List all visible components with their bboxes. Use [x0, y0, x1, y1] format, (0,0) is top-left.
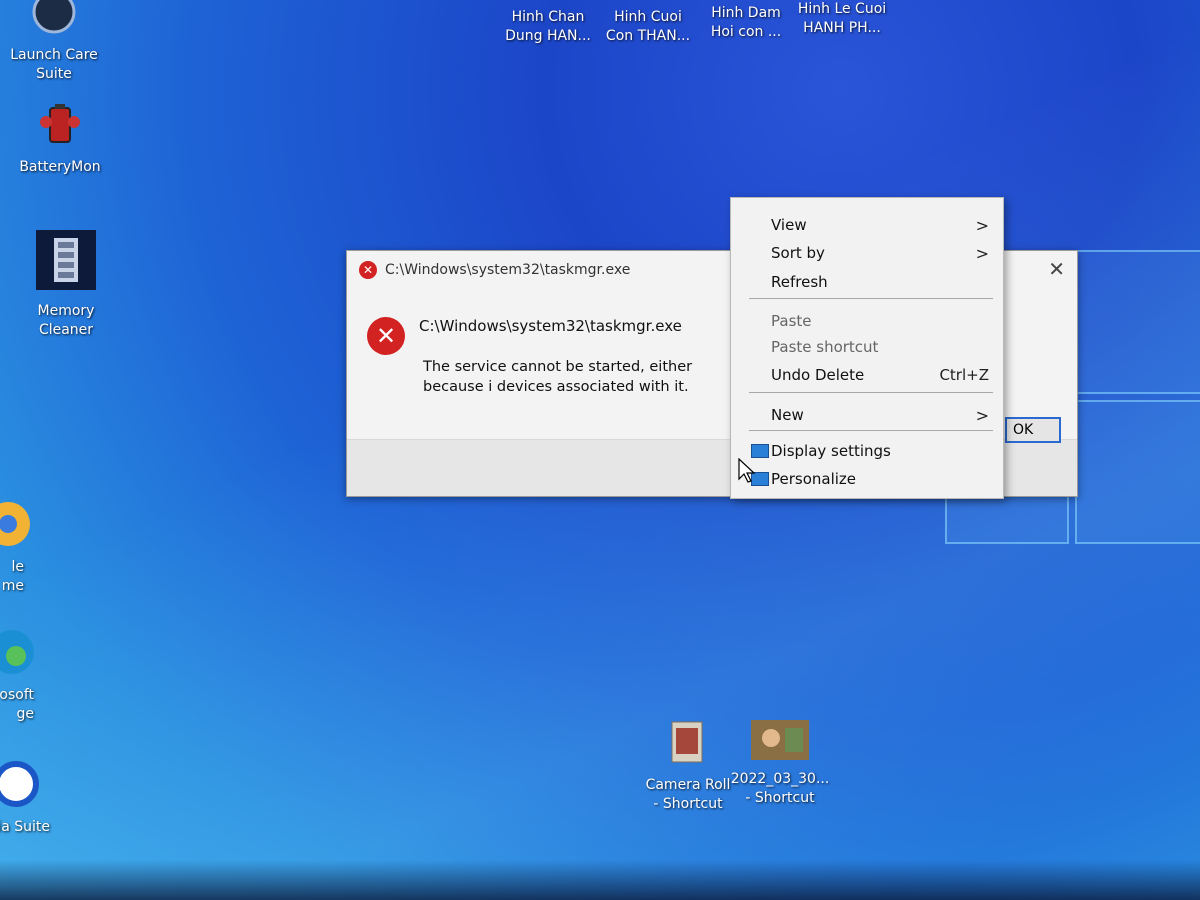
launch-care-suite-icon [32, 0, 76, 34]
desktop-icon-label: Camera Roll - Shortcut [645, 777, 731, 812]
menu-item-paste-shortcut[interactable]: Paste shortcut [771, 334, 989, 360]
ok-button[interactable]: OK [1005, 417, 1061, 443]
folder-shortcut-icon [671, 721, 703, 763]
menu-item-label: Display settings [771, 442, 891, 460]
menu-item-label: Sort by [771, 244, 825, 262]
error-icon: ✕ [359, 261, 377, 279]
desktop-icon-label: osoft ge [0, 687, 34, 722]
display-icon [751, 444, 769, 458]
desktop-icon-label: ia Suite [0, 819, 50, 835]
photo-shortcut-icon [751, 720, 809, 760]
desktop-icon-hinh-le-cuoi[interactable]: Hinh Le Cuoi HANH PH... [790, 0, 894, 38]
battery-mon-icon [40, 104, 80, 143]
desktop-context-menu: View > Sort by > Refresh Paste Paste sho… [730, 197, 1004, 499]
media-suite-icon [0, 761, 39, 807]
chrome-icon [0, 502, 30, 546]
desktop-icon-label: Hinh Le Cuoi HANH PH... [797, 1, 887, 36]
menu-item-label: View [771, 216, 807, 234]
dialog-close-button[interactable]: ✕ [1048, 257, 1065, 281]
memory-cleaner-icon [36, 230, 96, 290]
desktop-icon-media-suite[interactable]: ia Suite [0, 760, 68, 837]
error-large-icon: ✕ [367, 317, 405, 355]
menu-separator [749, 298, 993, 299]
mouse-cursor-icon [738, 458, 756, 483]
menu-item-sort-by[interactable]: Sort by > [771, 240, 989, 266]
desktop-icon-launch-care-suite[interactable]: Launch Care Suite [2, 0, 106, 84]
bottom-edge [0, 860, 1200, 900]
desktop-icon-camera-roll[interactable]: Camera Roll - Shortcut [636, 718, 740, 814]
menu-item-label: Paste shortcut [771, 338, 879, 356]
desktop-icon-label: Hinh Dam Hoi con ... [710, 5, 782, 40]
desktop-icon-edge[interactable]: osoft ge [0, 628, 64, 724]
menu-item-label: Personalize [771, 470, 857, 488]
menu-item-label: Undo Delete [771, 366, 865, 384]
desktop-icon-label: Launch Care Suite [10, 47, 98, 82]
desktop-icon-batterymon[interactable]: BatteryMon [8, 100, 112, 177]
desktop-icon-label: Hinh Cuoi Con THAN... [605, 9, 691, 44]
menu-item-refresh[interactable]: Refresh [771, 269, 989, 295]
chevron-right-icon: > [975, 243, 989, 263]
desktop-icon-hinh-chan-dung[interactable]: Hinh Chan Dung HAN... [496, 8, 600, 46]
menu-item-shortcut: Ctrl+Z [939, 366, 989, 384]
edge-icon [0, 630, 34, 674]
menu-item-label: Refresh [771, 273, 828, 291]
desktop-icon-memory-cleaner[interactable]: Memory Cleaner [14, 228, 118, 340]
desktop-icon-photo-2022[interactable]: 2022_03_30... - Shortcut [728, 720, 832, 808]
chevron-right-icon: > [975, 405, 989, 425]
menu-item-display-settings[interactable]: Display settings [751, 438, 989, 464]
dialog-title-bar: ✕ C:\Windows\system32\taskmgr.exe [359, 261, 630, 279]
menu-item-paste[interactable]: Paste [771, 308, 989, 334]
dialog-title: C:\Windows\system32\taskmgr.exe [385, 262, 631, 278]
menu-item-undo-delete[interactable]: Undo Delete Ctrl+Z [771, 362, 989, 388]
menu-separator [749, 392, 993, 393]
chevron-right-icon: > [975, 215, 989, 235]
dialog-message: The service cannot be started, either be… [423, 359, 693, 395]
desktop-icon-label: BatteryMon [19, 159, 101, 175]
desktop-icon-label: 2022_03_30... - Shortcut [730, 771, 830, 806]
menu-item-view[interactable]: View > [771, 212, 989, 238]
menu-item-personalize[interactable]: Personalize [751, 466, 989, 492]
desktop-icon-hinh-cuoi-con[interactable]: Hinh Cuoi Con THAN... [596, 8, 700, 46]
desktop-icon-label: Memory Cleaner [37, 303, 95, 338]
menu-item-label: New [771, 406, 804, 424]
menu-separator [749, 430, 993, 431]
desktop-icon-label: le me [1, 559, 24, 594]
dialog-path: C:\Windows\system32\taskmgr.exe [419, 317, 682, 335]
menu-item-new[interactable]: New > [771, 402, 989, 428]
menu-item-label: Paste [771, 312, 812, 330]
desktop-icon-chrome[interactable]: le me [0, 500, 60, 596]
desktop-icon-label: Hinh Chan Dung HAN... [505, 9, 591, 44]
desktop-icon-hinh-dam-hoi[interactable]: Hinh Dam Hoi con ... [694, 4, 798, 42]
